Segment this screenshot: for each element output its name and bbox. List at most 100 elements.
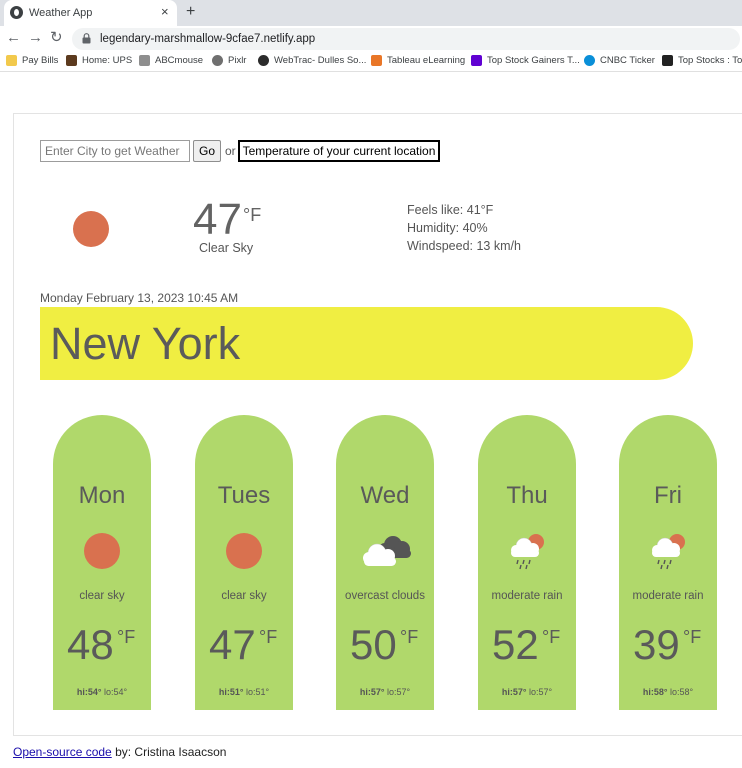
bookmark-label: Tableau eLearning [387,55,466,66]
forecast-hi-lo: hi:51° lo:51° [195,687,293,697]
footer: Open-source code by: Cristina Isaacson [13,745,226,759]
sun-icon [226,533,262,569]
current-location-button[interactable]: Temperature of your current location [238,140,440,162]
forecast-hi-lo: hi:54° lo:54° [53,687,151,697]
forecast-unit: °F [542,627,561,647]
humidity: Humidity: 40% [407,221,488,235]
bookmark-label: ABCmouse [155,55,204,66]
forecast-temperature: 52 [492,621,539,668]
forecast-hi: hi:54° [76,687,102,697]
city-banner: New York [40,307,693,380]
forecast-card: Wed overcast clouds 50 °F hi:57° lo:57° [336,415,434,710]
forecast-hi: hi:51° [218,687,244,697]
feels-like: Feels like: 41°F [407,203,494,217]
date-time: Monday February 13, 2023 10:45 AM [40,291,239,305]
forecast-description: moderate rain [632,590,704,602]
stocks-icon [662,55,673,66]
rain-icon [652,534,685,570]
forecast-day: Wed [360,482,410,509]
temperature-unit: °F [243,205,262,225]
bookmark-cnbc-ticker[interactable]: CNBC Ticker [584,55,655,66]
forecast-hi-lo: hi:57° lo:57° [336,687,434,697]
forecast-day: Mon [78,482,126,509]
current-description: Clear Sky [199,241,254,255]
reload-icon[interactable]: ↻ [50,30,63,46]
forecast-unit: °F [683,627,702,647]
tableau-icon [371,55,382,66]
forecast-hi-lo: hi:57° lo:57° [478,687,576,697]
bookmark-pixlr[interactable]: Pixlr [212,55,246,66]
bookmark-label: WebTrac- Dulles So... [274,55,367,66]
bookmark-label: Top Stock Gainers T... [487,55,580,66]
bookmark-top-stocks[interactable]: Top Stocks : Tod [662,55,742,66]
forecast-unit: °F [259,627,278,647]
forecast-description: clear sky [79,590,125,602]
forecast-hi: hi:57° [359,687,385,697]
forecast-day: Thu [506,482,548,509]
bookmark-webtrac[interactable]: WebTrac- Dulles So... [258,55,366,66]
bookmark-label: CNBC Ticker [600,55,655,66]
bookmark-ups[interactable]: Home: UPS [66,55,132,66]
current-temperature: 47 [193,195,242,244]
bookmarks-bar: Pay Bills Home: UPS ABCmouse Pixlr WebTr… [0,52,742,72]
folder-icon [6,55,17,66]
overcast-clouds-icon [363,536,411,566]
ups-icon [66,55,77,66]
forecast-day: Fri [654,482,682,509]
browser-toolbar: ← → ↻ legendary-marshmallow-9cfae7.netli… [0,26,742,52]
globe-icon [10,6,23,19]
windspeed: Windspeed: 13 km/h [407,239,521,253]
bookmark-label: Pixlr [228,55,247,66]
forecast-lo: lo:57° [529,687,553,697]
forward-arrow-icon[interactable]: → [28,30,43,46]
abcmouse-icon [139,55,150,66]
or-text: or [225,144,236,158]
forecast-lo: lo:57° [387,687,411,697]
bookmark-label: Home: UPS [82,55,133,66]
bookmark-top-stock-gainers[interactable]: Top Stock Gainers T... [471,55,580,66]
bookmark-abcmouse[interactable]: ABCmouse [139,55,203,66]
forecast-card: Thu moderate rain 52 °F hi:57° lo:57° [478,415,576,710]
forecast-lo: lo:51° [246,687,270,697]
forecast-description: moderate rain [491,590,563,602]
pixlr-icon [212,55,223,66]
browser-tab[interactable]: Weather App × [4,0,177,26]
bookmark-tableau[interactable]: Tableau eLearning [371,55,465,66]
bookmark-label: Pay Bills [22,55,59,66]
new-tab-icon[interactable]: + [186,3,195,21]
url-text: legendary-marshmallow-9cfae7.netlify.app [100,33,316,45]
back-arrow-icon[interactable]: ← [6,30,21,46]
browser-tab-bar: Weather App × + [0,0,742,26]
forecast-temperature: 48 [67,621,114,668]
globe-icon [258,55,269,66]
open-source-code-link[interactable]: Open-source code [13,745,112,759]
forecast-temperature: 50 [350,621,397,668]
forecast-day: Tues [217,482,271,509]
forecast-hi-lo: hi:58° lo:58° [619,687,717,697]
tab-title: Weather App [29,7,93,19]
sun-icon [84,533,120,569]
sun-icon [73,211,109,247]
forecast-lo: lo:54° [104,687,128,697]
lock-icon [82,33,91,44]
forecast-lo: lo:58° [670,687,694,697]
cnbc-icon [584,55,595,66]
bookmark-label: Top Stocks : Tod [678,55,742,66]
footer-credit: by: Cristina Isaacson [111,745,227,759]
address-bar[interactable]: legendary-marshmallow-9cfae7.netlify.app [72,28,740,50]
city-search-input[interactable] [40,140,190,162]
close-tab-icon[interactable]: × [161,5,169,18]
forecast-temperature: 39 [633,621,680,668]
forecast-card: Tues clear sky 47 °F hi:51° lo:51° [195,415,293,710]
bookmark-pay-bills[interactable]: Pay Bills [6,55,58,66]
forecast-description: overcast clouds [345,590,425,602]
forecast-unit: °F [117,627,136,647]
weather-details: Feels like: 41°F Humidity: 40% Windspeed… [407,201,521,255]
forecast-unit: °F [400,627,419,647]
forecast-hi: hi:57° [501,687,527,697]
go-button[interactable]: Go [193,140,221,162]
city-name: New York [50,318,241,369]
forecast-temperature: 47 [209,621,256,668]
forecast-hi: hi:58° [642,687,668,697]
yahoo-icon [471,55,482,66]
